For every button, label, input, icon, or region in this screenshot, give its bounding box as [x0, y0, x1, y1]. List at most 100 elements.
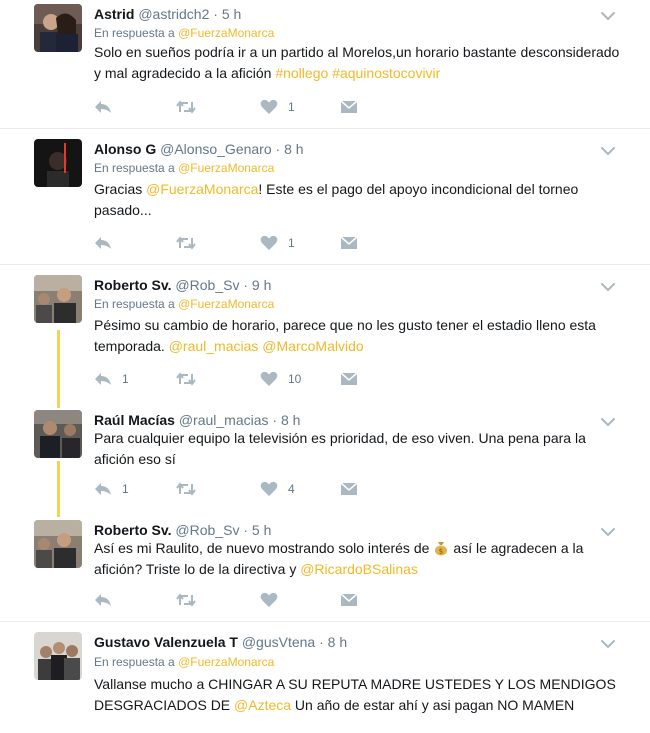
- avatar[interactable]: [34, 410, 82, 458]
- user-handle[interactable]: @raul_macias: [179, 412, 269, 428]
- like-button[interactable]: 1: [260, 233, 295, 253]
- mention-link[interactable]: @Azteca: [234, 697, 291, 713]
- tweet-text-part: Así es mi Raulito, de nuevo mostrando so…: [94, 540, 430, 556]
- tweet[interactable]: Roberto Sv. @Rob_Sv · 9 h En respuesta a…: [0, 275, 650, 390]
- tweet-header: Astrid @astridch2 · 5 h: [94, 4, 241, 24]
- reply-button[interactable]: [94, 233, 122, 253]
- mention-link[interactable]: @RicardoBSalinas: [300, 561, 418, 577]
- retweet-icon: [176, 236, 196, 250]
- reply-context: En respuesta a @FuerzaMonarca: [94, 296, 274, 312]
- direct-message-button[interactable]: [340, 369, 358, 389]
- reply-button[interactable]: [94, 590, 122, 610]
- direct-message-icon: [340, 372, 358, 385]
- retweet-icon: [176, 482, 196, 496]
- avatar[interactable]: [34, 4, 82, 52]
- direct-message-icon: [340, 593, 358, 606]
- hashtag-link[interactable]: #nollego: [275, 65, 328, 81]
- separator-dot: ·: [213, 6, 218, 22]
- reply-to-link[interactable]: @FuerzaMonarca: [178, 655, 274, 669]
- display-name[interactable]: Alonso G: [94, 141, 156, 157]
- display-name[interactable]: Raúl Macías: [94, 412, 175, 428]
- direct-message-button[interactable]: [340, 479, 358, 499]
- like-icon: [260, 481, 278, 496]
- avatar[interactable]: [34, 139, 82, 187]
- tweet[interactable]: Astrid @astridch2 · 5 h En respuesta a @…: [0, 4, 650, 124]
- tweet-text-part: Un año de estar ahí y asi pagan NO MAMEN: [291, 697, 575, 713]
- hashtag-link[interactable]: #aquinostocovivir: [332, 65, 440, 81]
- retweet-button[interactable]: [176, 97, 206, 117]
- mention-link[interactable]: @raul_macias: [169, 338, 259, 354]
- avatar[interactable]: [34, 520, 82, 568]
- reply-context: En respuesta a @FuerzaMonarca: [94, 25, 274, 41]
- user-handle[interactable]: @astridch2: [138, 6, 209, 22]
- tweet-divider: [0, 128, 650, 129]
- display-name[interactable]: Gustavo Valenzuela T: [94, 634, 238, 650]
- timestamp[interactable]: 5 h: [252, 522, 271, 538]
- user-handle[interactable]: @Rob_Sv: [175, 522, 239, 538]
- separator-dot: ·: [275, 141, 281, 157]
- like-button[interactable]: [260, 590, 288, 610]
- tweet[interactable]: Raúl Macías @raul_macias · 8 h Para cual…: [0, 410, 650, 505]
- reply-icon: [95, 483, 111, 495]
- reply-prefix: En respuesta a: [94, 26, 175, 40]
- tweet-header: Roberto Sv. @Rob_Sv · 9 h: [94, 275, 271, 295]
- display-name[interactable]: Astrid: [94, 6, 134, 22]
- timestamp[interactable]: 9 h: [252, 277, 271, 293]
- avatar[interactable]: [34, 632, 82, 680]
- mention-link[interactable]: @MarcoMalvido: [262, 338, 363, 354]
- timestamp[interactable]: 5 h: [222, 6, 241, 22]
- caret-down-icon[interactable]: [598, 634, 618, 654]
- caret-down-icon[interactable]: [598, 141, 618, 161]
- reply-context: En respuesta a @FuerzaMonarca: [94, 654, 274, 670]
- reply-button[interactable]: [94, 97, 122, 117]
- like-count: 1: [288, 236, 295, 250]
- like-button[interactable]: 1: [260, 97, 295, 117]
- reply-icon: [95, 594, 111, 606]
- reply-count: 1: [122, 372, 129, 386]
- caret-down-icon[interactable]: [598, 6, 618, 26]
- direct-message-button[interactable]: [340, 590, 358, 610]
- retweet-button[interactable]: [176, 233, 206, 253]
- reply-button[interactable]: 1: [94, 479, 129, 499]
- reply-to-link[interactable]: @FuerzaMonarca: [178, 297, 274, 311]
- like-count: 1: [288, 100, 295, 114]
- like-count: 10: [288, 372, 302, 386]
- display-name[interactable]: Roberto Sv.: [94, 277, 172, 293]
- retweet-icon: [176, 593, 196, 607]
- tweet[interactable]: Gustavo Valenzuela T @gusVtena · 8 h En …: [0, 632, 650, 733]
- display-name[interactable]: Roberto Sv.: [94, 522, 172, 538]
- user-handle[interactable]: @gusVtena: [242, 634, 315, 650]
- timestamp[interactable]: 8 h: [284, 141, 303, 157]
- direct-message-button[interactable]: [340, 233, 358, 253]
- tweet-text: Vallanse mucho a CHINGAR A SU REPUTA MAD…: [94, 674, 629, 716]
- tweet[interactable]: Alonso G @Alonso_Genaro · 8 h En respues…: [0, 139, 650, 259]
- reply-to-link[interactable]: @FuerzaMonarca: [178, 26, 274, 40]
- caret-down-icon[interactable]: [598, 277, 618, 297]
- reply-to-link[interactable]: @FuerzaMonarca: [178, 161, 274, 175]
- retweet-button[interactable]: [176, 369, 206, 389]
- like-button[interactable]: 4: [260, 479, 295, 499]
- user-handle[interactable]: @Rob_Sv: [175, 277, 239, 293]
- avatar[interactable]: [34, 275, 82, 323]
- tweet-header: Raúl Macías @raul_macias · 8 h: [94, 410, 300, 430]
- user-handle[interactable]: @Alonso_Genaro: [160, 141, 272, 157]
- like-count: 4: [288, 482, 295, 496]
- like-icon: [260, 235, 278, 250]
- timestamp[interactable]: 8 h: [281, 412, 300, 428]
- retweet-button[interactable]: [176, 590, 206, 610]
- direct-message-button[interactable]: [340, 97, 358, 117]
- timestamp[interactable]: 8 h: [328, 634, 347, 650]
- mention-link[interactable]: @FuerzaMonarca: [146, 181, 258, 197]
- reply-count: 1: [122, 482, 129, 496]
- separator-dot: ·: [243, 277, 249, 293]
- tweet-header: Alonso G @Alonso_Genaro · 8 h: [94, 139, 304, 159]
- tweet-text: Así es mi Raulito, de nuevo mostrando so…: [94, 538, 629, 580]
- retweet-button[interactable]: [176, 479, 206, 499]
- like-button[interactable]: 10: [260, 369, 301, 389]
- tweet-text-part: Gracias: [94, 181, 147, 197]
- tweet-text: Pésimo su cambio de horario, parece que …: [94, 315, 629, 357]
- reply-button[interactable]: 1: [94, 369, 129, 389]
- direct-message-icon: [340, 236, 358, 249]
- reply-icon: [95, 237, 111, 249]
- tweet[interactable]: Roberto Sv. @Rob_Sv · 5 h Así es mi Raul…: [0, 520, 650, 615]
